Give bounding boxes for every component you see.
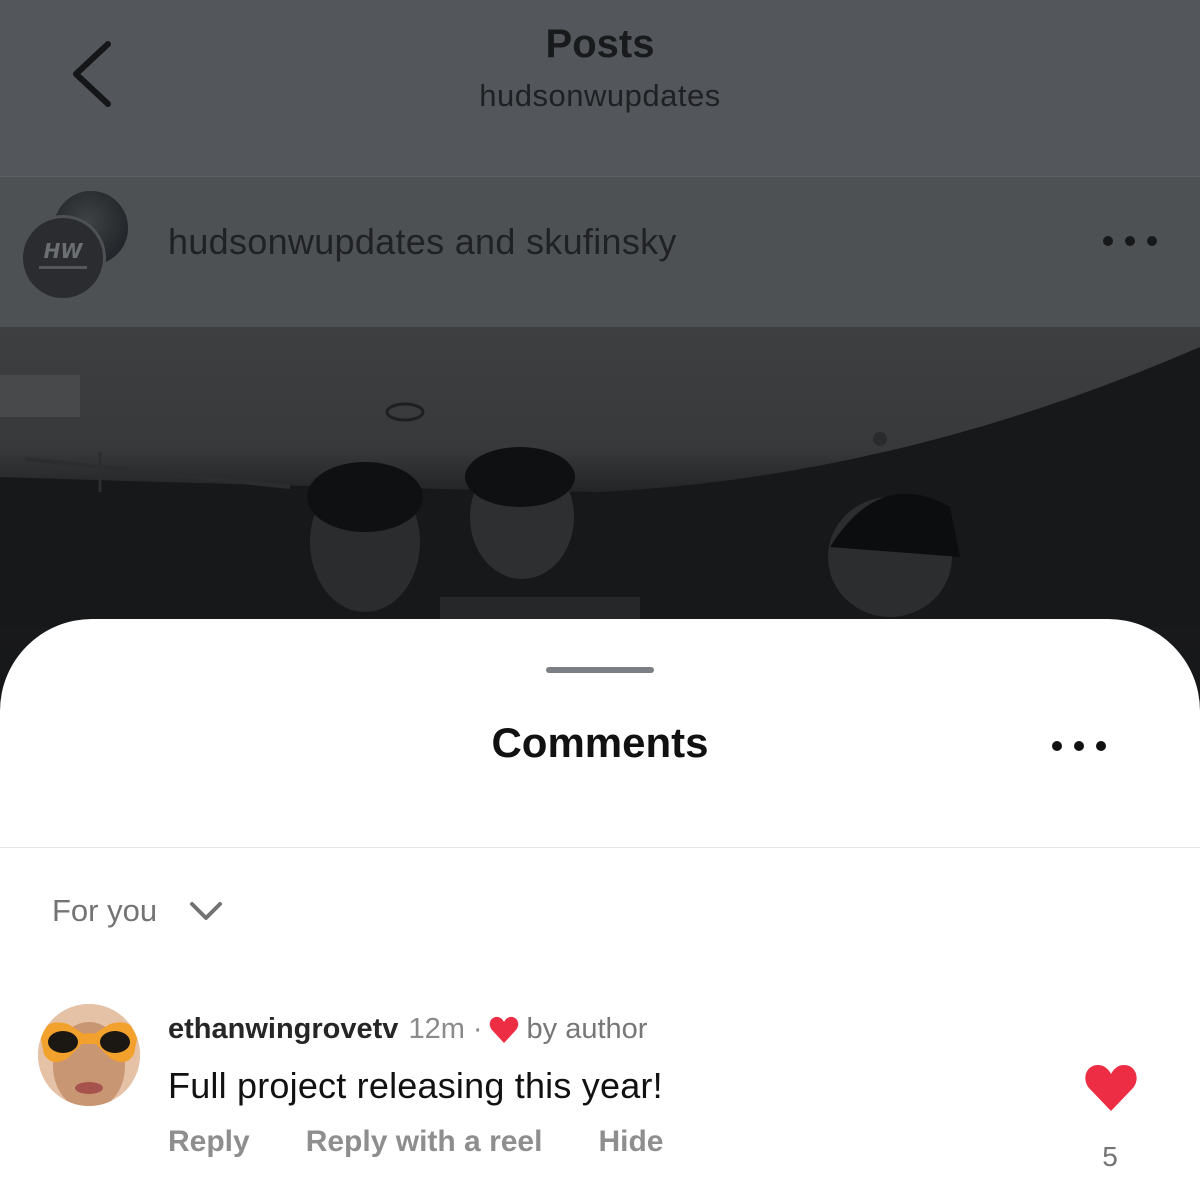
sort-dropdown[interactable]: For you [52, 891, 223, 931]
comment-actions: Reply Reply with a reel Hide [168, 1125, 719, 1159]
comments-sheet: Comments For you ethanwingrovetv 12m · b… [0, 619, 1200, 1192]
collab-avatars[interactable]: HW [20, 189, 130, 301]
chevron-down-icon [190, 902, 223, 920]
post-header: HW hudsonwupdates and skufinsky [0, 176, 1200, 327]
sheet-title: Comments [491, 719, 709, 766]
reply-with-reel-button[interactable]: Reply with a reel [306, 1125, 543, 1159]
page-title: Posts [545, 22, 655, 66]
hide-button[interactable]: Hide [598, 1125, 663, 1159]
like-heart-icon[interactable] [1084, 1063, 1138, 1113]
more-options-icon[interactable] [1050, 739, 1108, 753]
divider [0, 847, 1200, 848]
sheet-grabber[interactable] [546, 667, 654, 673]
commenter-avatar[interactable] [38, 1004, 140, 1106]
like-count: 5 [1102, 1141, 1118, 1172]
page-subtitle: hudsonwupdates [479, 78, 721, 113]
svg-text:HW: HW [44, 239, 84, 263]
more-options-icon[interactable] [1100, 233, 1160, 249]
meta-separator: · [472, 1013, 483, 1045]
author-liked-heart-icon [489, 1016, 518, 1043]
top-header: Posts hudsonwupdates [0, 0, 1200, 176]
comment-username[interactable]: ethanwingrovetv [168, 1013, 398, 1046]
comment-text: Full project releasing this year! [168, 1065, 663, 1106]
post-authors[interactable]: hudsonwupdates and skufinsky [168, 221, 677, 263]
sort-label: For you [52, 893, 158, 928]
avatar-image [38, 1004, 140, 1106]
avatar-primary: HW [20, 215, 106, 301]
comments-screen: Posts hudsonwupdates HW hudsonwupdates a… [0, 0, 1200, 1192]
comment-time: 12m [408, 1013, 465, 1045]
comment-meta: ethanwingrovetv 12m · by author [168, 1013, 647, 1046]
reply-button[interactable]: Reply [168, 1125, 250, 1159]
photo-scene [0, 347, 1200, 637]
hw-logo-icon: HW [39, 239, 87, 269]
liked-by-author-label: by author [526, 1013, 648, 1045]
